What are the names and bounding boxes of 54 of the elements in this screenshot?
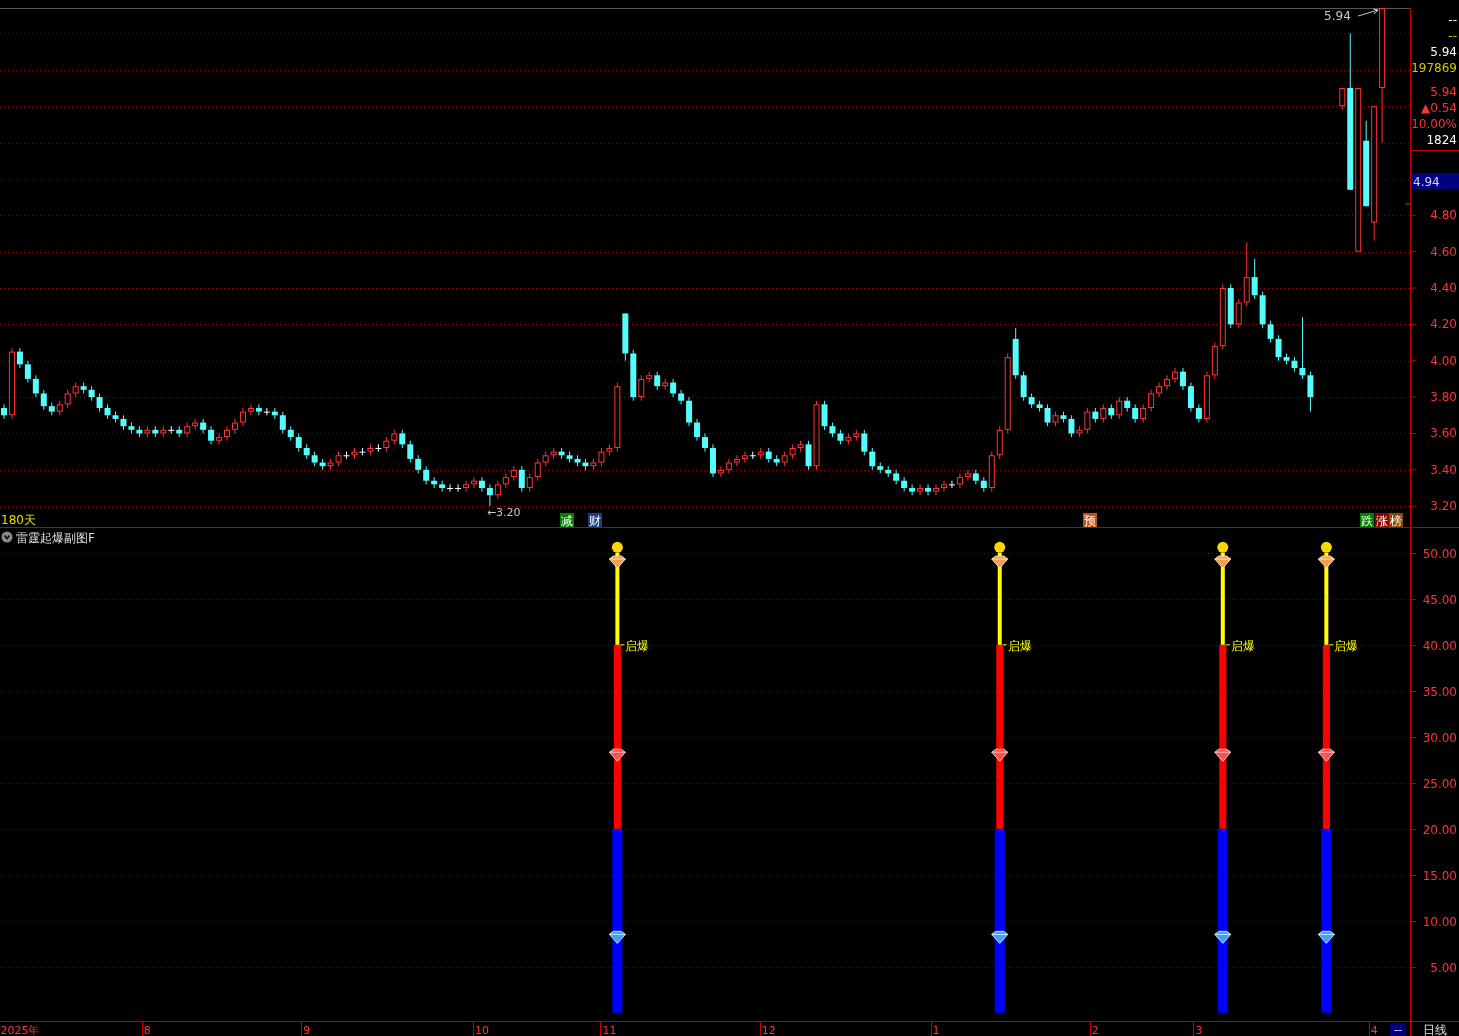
axis-label: 4.80 <box>1430 208 1457 223</box>
indicator-title: 雷霆起爆副图F <box>16 530 95 545</box>
event-tag: 预 <box>1083 513 1097 528</box>
quote-value: 197869 <box>1411 61 1457 75</box>
date-label: 11 <box>602 1023 617 1036</box>
event-tag: 跌 <box>1360 513 1374 528</box>
axis-label: 35.00 <box>1422 684 1457 699</box>
axis-label: 25.00 <box>1422 776 1457 791</box>
event-tag: 财 <box>588 513 602 528</box>
period-label: 180天 <box>1 513 36 527</box>
date-label: 2 <box>1091 1023 1099 1036</box>
axis-label: 3.60 <box>1430 426 1457 441</box>
axis-label: 4.00 <box>1430 353 1457 368</box>
price-label: 5.94 <box>1324 9 1351 23</box>
quote-value: 1824 <box>1426 133 1457 147</box>
date-label: 9 <box>303 1023 311 1036</box>
signal-label: 启爆 <box>1334 638 1359 653</box>
date-label: 12 <box>761 1023 776 1036</box>
event-tag: 榜 <box>1389 513 1403 528</box>
signal-label: 启爆 <box>1007 638 1032 653</box>
axis-label: 3.20 <box>1430 499 1457 514</box>
axis-label: 45.00 <box>1422 592 1457 607</box>
date-label: 2025年 <box>0 1023 40 1036</box>
quote-value: -- <box>1448 29 1457 43</box>
price-label: ←3.20 <box>486 506 521 520</box>
date-label: 1 <box>932 1023 940 1036</box>
axis-label: 40.00 <box>1422 638 1457 653</box>
period-button[interactable]: 日线 <box>1423 1023 1447 1036</box>
date-label: 10 <box>474 1023 489 1036</box>
axis-label: 20.00 <box>1422 822 1457 837</box>
quote-value: 10.00% <box>1411 117 1457 131</box>
date-label: 4 <box>1370 1023 1378 1036</box>
signal-label: 启爆 <box>625 638 650 653</box>
axis-label: 30.00 <box>1422 730 1457 745</box>
price-tag: 4.94 <box>1411 173 1459 189</box>
page-box: -- <box>1390 1023 1406 1036</box>
axis-label: 4.20 <box>1430 317 1457 332</box>
axis-label: 10.00 <box>1422 914 1457 929</box>
event-tag: 涨 <box>1375 513 1389 528</box>
event-tag: 减 <box>560 513 574 528</box>
quote-value: ▲0.54 <box>1421 101 1457 115</box>
axis-label: 3.80 <box>1430 390 1457 405</box>
axis-label: 5.00 <box>1430 960 1457 975</box>
axis-label: 4.40 <box>1430 281 1457 295</box>
signal-label: 启爆 <box>1230 638 1255 653</box>
date-label: 3 <box>1195 1023 1203 1036</box>
date-label: 8 <box>143 1023 151 1036</box>
quote-value: -- <box>1448 13 1457 27</box>
axis-label: 4.60 <box>1430 244 1457 259</box>
axis-label: 50.00 <box>1422 546 1457 561</box>
quote-value: 5.94 <box>1430 85 1457 99</box>
axis-label: 3.40 <box>1430 462 1457 477</box>
quote-value: 5.94 <box>1430 45 1457 59</box>
axis-label: 15.00 <box>1422 868 1457 883</box>
